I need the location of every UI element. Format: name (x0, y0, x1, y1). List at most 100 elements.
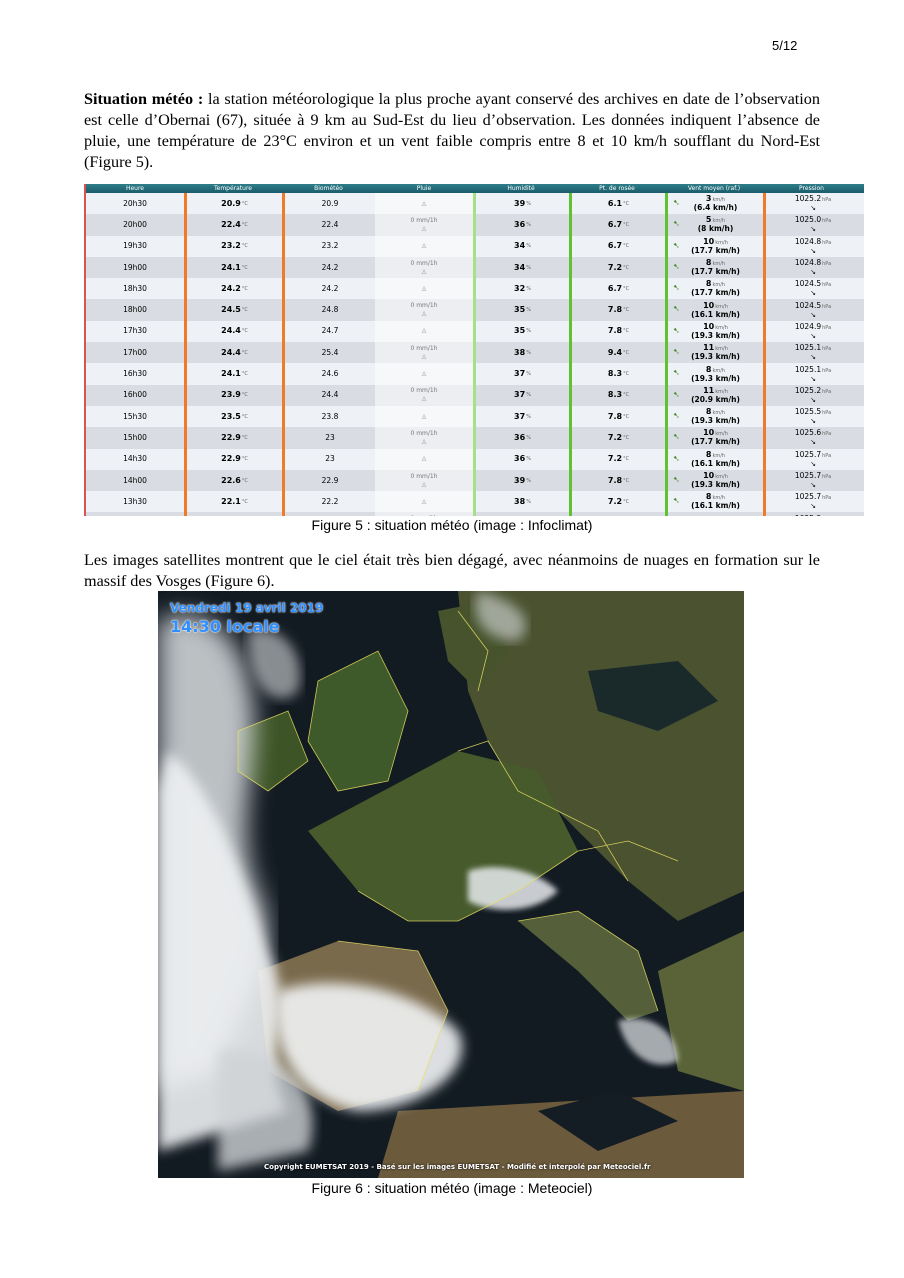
pressure-trend-icon: ↘ (810, 502, 816, 511)
cell-rain: 0 mm/1h◬ (375, 214, 473, 236)
cell-temperature: 22.1 °C (184, 491, 282, 513)
cell-wind: ➷ 5km/h (8 km/h) (665, 214, 763, 236)
cell-pressure: 1024.5hPa ↘ (763, 299, 860, 321)
pressure-trend-icon: ↘ (810, 459, 816, 468)
column-header: Heure (125, 185, 145, 192)
cell-humidity: 36% (473, 214, 569, 236)
cell-biometeo: 22.9 (282, 469, 375, 492)
cell-temperature: 24.5 °C (184, 299, 282, 321)
cell-rain: ◬ (375, 448, 473, 470)
rain-icon: ◬ (421, 437, 427, 445)
cell-biometeo: 22.4 (282, 214, 375, 236)
cell-rain: 0 mm/1h◬ (375, 342, 473, 364)
cell-dewpoint: 6.7 °C (569, 278, 665, 300)
rain-icon: ◬ (421, 199, 427, 207)
cell-temperature: 23.2 °C (184, 235, 282, 257)
page-number: 5/12 (772, 38, 798, 53)
rain-icon: ◬ (421, 370, 427, 378)
cell-wind: ➷ 8km/h (19.3 km/h) (665, 363, 763, 385)
cell-biometeo: 24.6 (282, 363, 375, 385)
cell-hour: 14h30 (123, 454, 147, 464)
cell-temperature: 22.9 °C (184, 427, 282, 449)
cell-hour: 20h30 (123, 198, 147, 208)
cell-wind: ➷ 11km/h (19.3 km/h) (665, 342, 763, 364)
cell-biometeo: 23.2 (282, 235, 375, 257)
cell-humidity: 37% (473, 384, 569, 406)
rain-icon: ◬ (421, 310, 427, 318)
satellite-time: 14:30 locale (170, 617, 280, 636)
cell-pressure: 1025.7hPa ↘ (763, 448, 860, 470)
cell-biometeo: 24.2 (282, 278, 375, 300)
rain-icon: ◬ (421, 395, 427, 403)
column-header: Pt. de rosée (599, 185, 635, 192)
cell-rain: 0 mm/1h◬ (375, 299, 473, 321)
pressure-trend-icon: ↘ (810, 438, 816, 447)
rain-icon: ◬ (421, 412, 427, 420)
cell-hour (86, 512, 184, 516)
cell-wind: ➷ 8km/h (19.3 km/h) (665, 405, 763, 428)
cell-rain: 0 mm/1h◬ (375, 469, 473, 492)
table-row: 15h30 23.5 °C 23.8 ◬ 37% 7.8 °C ➷ 8km/h (19.3 km/h… (86, 405, 864, 428)
pressure-trend-icon: ↘ (810, 225, 816, 234)
cell-temperature: 24.4 °C (184, 342, 282, 364)
pressure-trend-icon: ↘ (810, 246, 816, 255)
pressure-trend-icon: ↘ (810, 395, 816, 404)
wind-direction-icon: ➷ (673, 325, 680, 335)
figure5-caption: Figure 5 : situation météo (image : Info… (311, 517, 593, 533)
cell-temperature: 24.1 °C (184, 363, 282, 385)
column-header: Biométéo (314, 185, 343, 192)
cell-wind: ➷ 8km/h (17.7 km/h) (665, 278, 763, 300)
cell-dewpoint: 9.4 °C (569, 342, 665, 364)
table-row: 20h00 22.4 °C 22.4 0 mm/1h ◬ 36% 6.7 °C ➷ 5km/h (8 … (86, 214, 864, 236)
cell-biometeo: 23.8 (282, 405, 375, 428)
rain-icon: ◬ (421, 480, 427, 488)
cell-biometeo: 20.9 (282, 193, 375, 215)
satellite-copyright: Copyright EUMETSAT 2019 - Basé sur les i… (264, 1163, 651, 1171)
cell-wind: ➷ 10km/h (17.7 km/h) (665, 235, 763, 257)
table-row: 14h30 22.9 °C 23 ◬ 36% 7.2 °C ➷ 8km/h (16.1 km/h) 1… (86, 448, 864, 470)
cell-wind: ➷ 8km/h (16.1 km/h) (665, 448, 763, 470)
wind-direction-icon: ➷ (673, 496, 680, 506)
column-header: Température (213, 185, 252, 192)
cell-biometeo: 24.2 (282, 256, 375, 279)
cell-wind: ➷ 10km/h (17.7 km/h) (665, 427, 763, 449)
pressure-trend-icon: ↘ (810, 310, 816, 319)
column-header: Pression (799, 185, 824, 192)
cell-dewpoint: 7.2 °C (569, 427, 665, 449)
column-header: Vent moyen (raf.) (687, 185, 741, 192)
pressure-trend-icon: ↘ (810, 289, 816, 298)
cell-humidity: 35% (473, 299, 569, 321)
cell-pressure: 1025.9hPa↘ (763, 512, 860, 516)
cell-pressure: 1024.8hPa ↘ (763, 256, 860, 279)
cell-hour: 13h30 (123, 496, 147, 506)
table-row: 17h30 24.4 °C 24.7 ◬ 35% 7.8 °C ➷ 10km/h (19.3 km/… (86, 320, 864, 343)
cell-temperature: 23.9 °C (184, 384, 282, 406)
cell-wind: ➷ 3km/h (6.4 km/h) (665, 193, 763, 215)
cell-biometeo: 24.4 (282, 384, 375, 406)
cell-pressure: 1025.2hPa ↘ (763, 384, 860, 406)
rain-icon: ◬ (421, 267, 427, 275)
pressure-trend-icon: ↘ (810, 481, 816, 489)
figure6-caption: Figure 6 : situation météo (image : Mete… (311, 1180, 593, 1196)
paragraph-weather-situation: Situation météo : la station météorologi… (84, 89, 820, 173)
cell-wind: ➷ 8km/h (16.1 km/h) (665, 491, 763, 513)
wind-direction-icon: ➷ (673, 474, 680, 484)
cell-wind: ➷ 10km/h (16.1 km/h) (665, 299, 763, 321)
cell-hour: 19h00 (123, 262, 147, 272)
cell-hour: 18h00 (123, 305, 147, 315)
rain-icon: ◬ (421, 242, 427, 250)
pressure-trend-icon: ↘ (810, 374, 816, 383)
cell-humidity: 34% (473, 235, 569, 257)
cell-humidity: 39% (473, 193, 569, 215)
cell-pressure: 1025.7hPa ↘ (763, 469, 860, 492)
cell-wind: ➷ 10km/h (19.3 km/h) (665, 469, 763, 492)
cell-pressure: 1025.7hPa ↘ (763, 491, 860, 513)
table-row: 20h30 20.9 °C 20.9 ◬ 39% 6.1 °C ➷ 3km/h (6.4 km/h)… (86, 193, 864, 215)
cell-hour: 16h30 (123, 369, 147, 379)
cell-hour: 18h30 (123, 283, 147, 293)
wind-direction-icon: ➷ (673, 453, 680, 463)
table-row: 14h00 22.6 °C 22.9 0 mm/1h ◬ 39% 7.8 °C ➷ 10km/h (1… (86, 469, 864, 492)
table-row: 16h00 23.9 °C 24.4 0 mm/1h ◬ 37% 8.3 °C ➷ 11km/h (2… (86, 384, 864, 406)
cell-temperature: 23.5 °C (184, 405, 282, 428)
cell-pressure: 1025.5hPa ↘ (763, 405, 860, 428)
